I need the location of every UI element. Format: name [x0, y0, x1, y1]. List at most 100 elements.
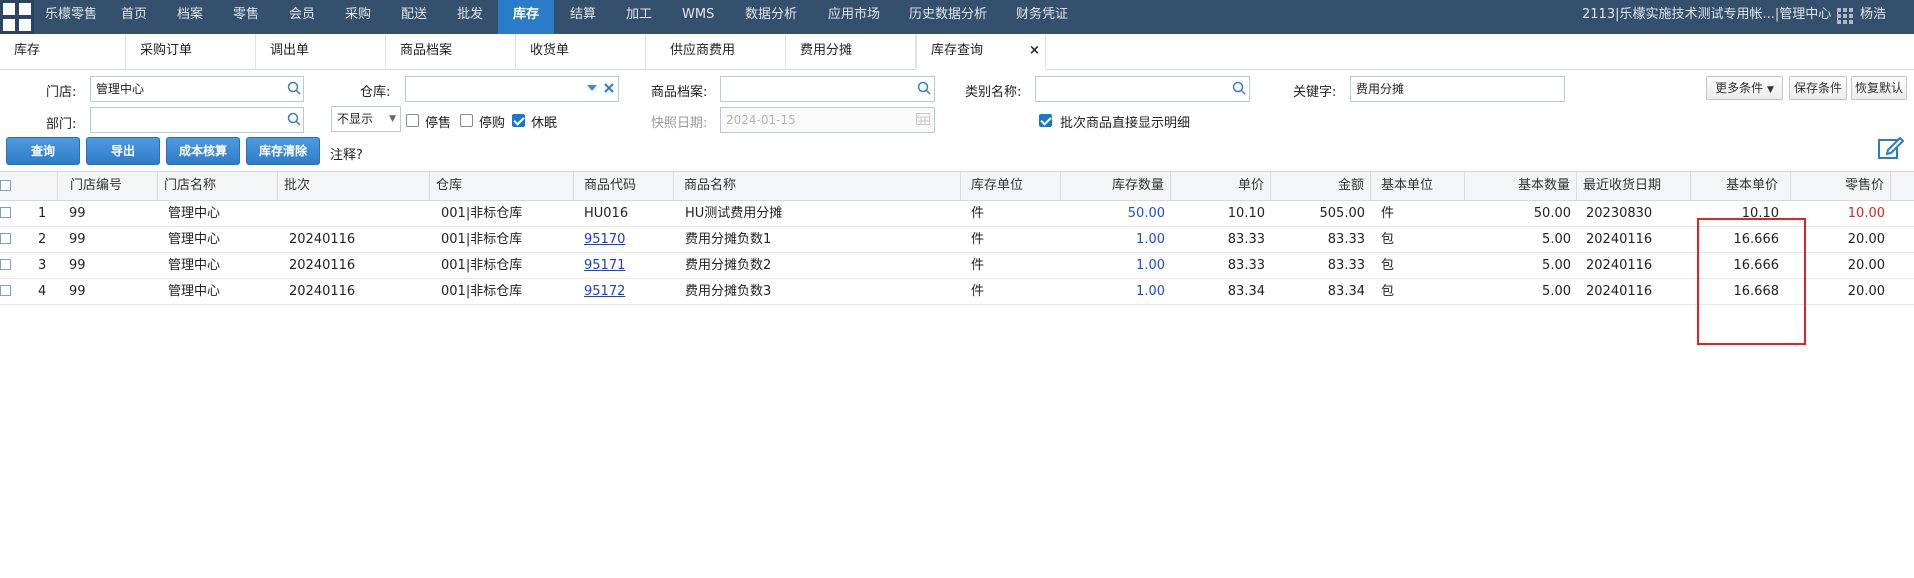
nav-data-analysis[interactable]: 数据分析 [745, 0, 797, 34]
nav-home[interactable]: 首页 [121, 0, 147, 34]
cell-last-receipt-date: 20240116 [1586, 284, 1653, 299]
row-checkbox[interactable] [0, 207, 11, 218]
batch-detail-checkbox[interactable] [1039, 114, 1052, 127]
cell-retail-price: 20.00 [1847, 284, 1885, 299]
col-code[interactable]: 商品代码 [574, 172, 674, 200]
cell-stock-qty[interactable]: 1.00 [1061, 253, 1171, 279]
snapshot-date-field[interactable]: 2024-01-15 [720, 107, 935, 133]
row-checkbox[interactable] [0, 259, 11, 270]
inventory-clear-button[interactable]: 库存清除 [246, 137, 320, 165]
stop-purchase-checkbox[interactable] [460, 114, 473, 127]
account-info[interactable]: 2113|乐檬实施技术测试专用帐...|管理中心 | [1582, 0, 1840, 34]
tab-supplier-fee[interactable]: 供应商费用 [656, 34, 786, 70]
cost-accounting-button[interactable]: 成本核算 [166, 137, 240, 165]
product-field[interactable] [720, 76, 935, 102]
store-field[interactable]: 管理中心 [90, 76, 304, 102]
dormant-checkbox[interactable] [512, 114, 525, 127]
cell-stock-qty[interactable]: 1.00 [1061, 227, 1171, 253]
restore-default-button[interactable]: 恢复默认 [1851, 76, 1907, 100]
cell-stock-qty[interactable]: 1.00 [1061, 279, 1171, 305]
col-store-name[interactable]: 门店名称 [158, 172, 278, 200]
clear-icon[interactable] [601, 80, 617, 96]
tab-inventory[interactable]: 库存 [0, 34, 126, 70]
cell-warehouse: 001|非标仓库 [441, 258, 523, 273]
stop-sale-checkbox[interactable] [406, 114, 419, 127]
search-icon[interactable] [916, 80, 932, 96]
table-row[interactable]: 2 99 管理中心 20240116 001|非标仓库 95170 费用分摊负数… [0, 227, 1914, 253]
apps-grid-icon[interactable] [1837, 8, 1853, 24]
nav-retail[interactable]: 零售 [233, 0, 259, 34]
col-price[interactable]: 单价 [1171, 172, 1271, 200]
cell-stock-qty[interactable]: 50.00 [1061, 201, 1171, 227]
tab-fee-allocation[interactable]: 费用分摊 [786, 34, 916, 70]
nav-app-market[interactable]: 应用市场 [828, 0, 880, 34]
user-name[interactable]: 杨浩 [1860, 0, 1886, 34]
nav-archive[interactable]: 档案 [177, 0, 203, 34]
tab-receipt[interactable]: 收货单 [516, 34, 646, 70]
save-conditions-button[interactable]: 保存条件 [1789, 76, 1847, 100]
more-conditions-button[interactable]: 更多条件 ▼ [1706, 76, 1783, 100]
cell-store-name: 管理中心 [168, 258, 221, 273]
nav-settlement[interactable]: 结算 [570, 0, 596, 34]
table-row[interactable]: 4 99 管理中心 20240116 001|非标仓库 95172 费用分摊负数… [0, 279, 1914, 305]
dept-field[interactable] [90, 107, 304, 133]
search-icon[interactable] [286, 80, 302, 96]
cell-stock-unit: 件 [971, 206, 985, 221]
cell-code-link[interactable]: 95170 [578, 227, 631, 253]
col-name[interactable]: 商品名称 [674, 172, 961, 200]
table-row[interactable]: 1 99 管理中心 001|非标仓库 HU016 HU测试费用分摊 件 50.0… [0, 201, 1914, 227]
calendar-icon[interactable] [915, 111, 931, 127]
edit-icon[interactable] [1876, 134, 1904, 162]
cell-code-link[interactable]: 95171 [578, 253, 631, 279]
table-row[interactable]: 3 99 管理中心 20240116 001|非标仓库 95171 费用分摊负数… [0, 253, 1914, 279]
nav-wms[interactable]: WMS [682, 0, 714, 34]
col-retail-price[interactable]: 零售价 [1791, 172, 1891, 200]
tab-purchase-order[interactable]: 采购订单 [126, 34, 256, 70]
nav-history-analysis[interactable]: 历史数据分析 [909, 0, 987, 34]
col-store-no[interactable]: 门店编号 [58, 172, 158, 200]
close-icon[interactable]: × [1029, 34, 1040, 68]
nav-member[interactable]: 会员 [289, 0, 315, 34]
cell-last-receipt-date: 20230830 [1586, 206, 1653, 221]
nav-finance-voucher[interactable]: 财务凭证 [1016, 0, 1068, 34]
col-stock-qty[interactable]: 库存数量 [1061, 172, 1171, 200]
keyword-field[interactable]: 费用分摊 [1350, 76, 1565, 102]
tab-product-archive[interactable]: 商品档案 [386, 34, 516, 70]
nav-distribution[interactable]: 配送 [401, 0, 427, 34]
col-warehouse[interactable]: 仓库 [430, 172, 574, 200]
col-amount[interactable]: 金额 [1271, 172, 1371, 200]
cell-store-name: 管理中心 [168, 206, 221, 221]
tab-inventory-query-label: 库存查询 [931, 43, 984, 58]
nav-processing[interactable]: 加工 [626, 0, 652, 34]
search-icon[interactable] [286, 111, 302, 127]
tab-inventory-query[interactable]: 库存查询 × [916, 34, 1046, 70]
col-base-qty[interactable]: 基本数量 [1465, 172, 1577, 200]
col-batch[interactable]: 批次 [278, 172, 430, 200]
display-select[interactable]: 不显示 ▼ [331, 106, 401, 132]
category-field[interactable] [1035, 76, 1250, 102]
nav-purchase[interactable]: 采购 [345, 0, 371, 34]
cell-batch: 20240116 [289, 258, 356, 273]
col-stock-unit[interactable]: 库存单位 [961, 172, 1061, 200]
tab-transfer-out[interactable]: 调出单 [256, 34, 386, 70]
warehouse-label: 仓库: [360, 85, 391, 100]
search-icon[interactable] [1231, 80, 1247, 96]
nav-brand[interactable]: 乐檬零售 [45, 0, 97, 34]
row-number: 3 [38, 258, 47, 273]
cell-last-receipt-date: 20240116 [1586, 232, 1653, 247]
cell-code-link[interactable]: 95172 [578, 279, 631, 305]
query-button[interactable]: 查询 [6, 137, 80, 165]
row-checkbox[interactable] [0, 233, 11, 244]
nav-wholesale[interactable]: 批发 [457, 0, 483, 34]
col-base-unit[interactable]: 基本单位 [1371, 172, 1465, 200]
row-checkbox[interactable] [0, 285, 11, 296]
col-last-receipt-date[interactable]: 最近收货日期 [1577, 172, 1691, 200]
app-grid-logo-icon[interactable] [0, 0, 34, 34]
cell-base-unit: 包 [1381, 232, 1395, 247]
cell-last-receipt-date: 20240116 [1586, 258, 1653, 273]
col-base-price[interactable]: 基本单价 [1691, 172, 1791, 200]
select-all-checkbox[interactable] [0, 180, 11, 191]
filter-dropdown-icon[interactable] [584, 80, 600, 96]
export-button[interactable]: 导出 [86, 137, 160, 165]
nav-inventory[interactable]: 库存 [498, 0, 554, 34]
